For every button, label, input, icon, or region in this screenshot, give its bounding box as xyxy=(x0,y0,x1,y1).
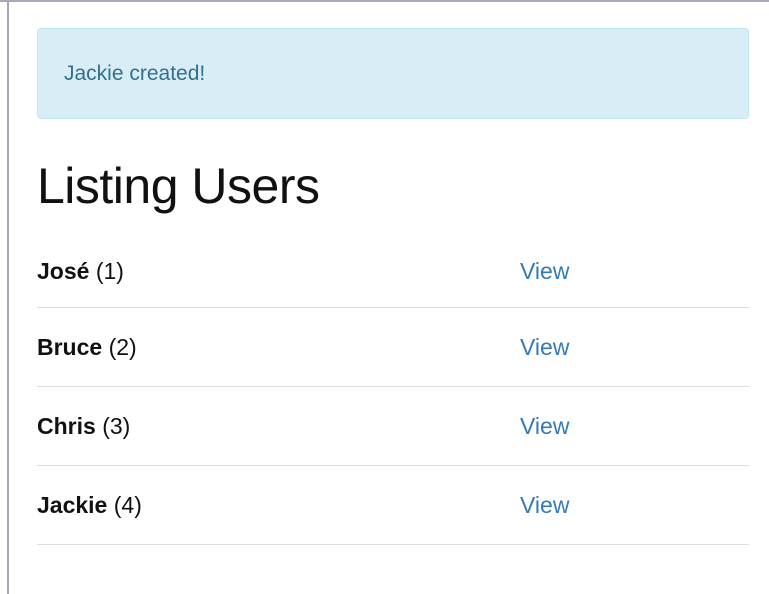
user-name: Jackie xyxy=(37,491,108,518)
table-row: Chris (3) View xyxy=(37,386,749,466)
action-cell: View xyxy=(520,386,749,466)
user-name-cell: Bruce (2) xyxy=(37,307,520,387)
user-name: José xyxy=(37,258,90,284)
view-user-link[interactable]: View xyxy=(520,492,569,518)
user-id: (3) xyxy=(102,412,131,439)
main-content: Jackie created! Listing Users José (1) V… xyxy=(37,28,749,545)
table-row: José (1) View xyxy=(37,236,749,308)
user-id: (2) xyxy=(108,333,137,360)
window-left-border xyxy=(7,0,9,594)
user-name-cell: Jackie (4) xyxy=(37,465,520,545)
user-id: (1) xyxy=(95,258,124,284)
view-user-link[interactable]: View xyxy=(520,258,569,284)
view-user-link[interactable]: View xyxy=(520,334,569,360)
table-row: Bruce (2) View xyxy=(37,307,749,387)
window-top-border xyxy=(0,0,769,2)
user-name-cell: José (1) xyxy=(37,236,520,308)
action-cell: View xyxy=(520,236,749,308)
action-cell: View xyxy=(520,465,749,545)
action-cell: View xyxy=(520,307,749,387)
user-name: Chris xyxy=(37,412,96,439)
users-table: José (1) View Bruce (2) View Chris (3) V… xyxy=(37,236,749,545)
flash-alert: Jackie created! xyxy=(37,28,749,119)
view-user-link[interactable]: View xyxy=(520,413,569,439)
page-title: Listing Users xyxy=(37,158,320,214)
user-name: Bruce xyxy=(37,333,103,360)
table-row: Jackie (4) View xyxy=(37,465,749,545)
user-name-cell: Chris (3) xyxy=(37,386,520,466)
user-id: (4) xyxy=(113,491,142,518)
